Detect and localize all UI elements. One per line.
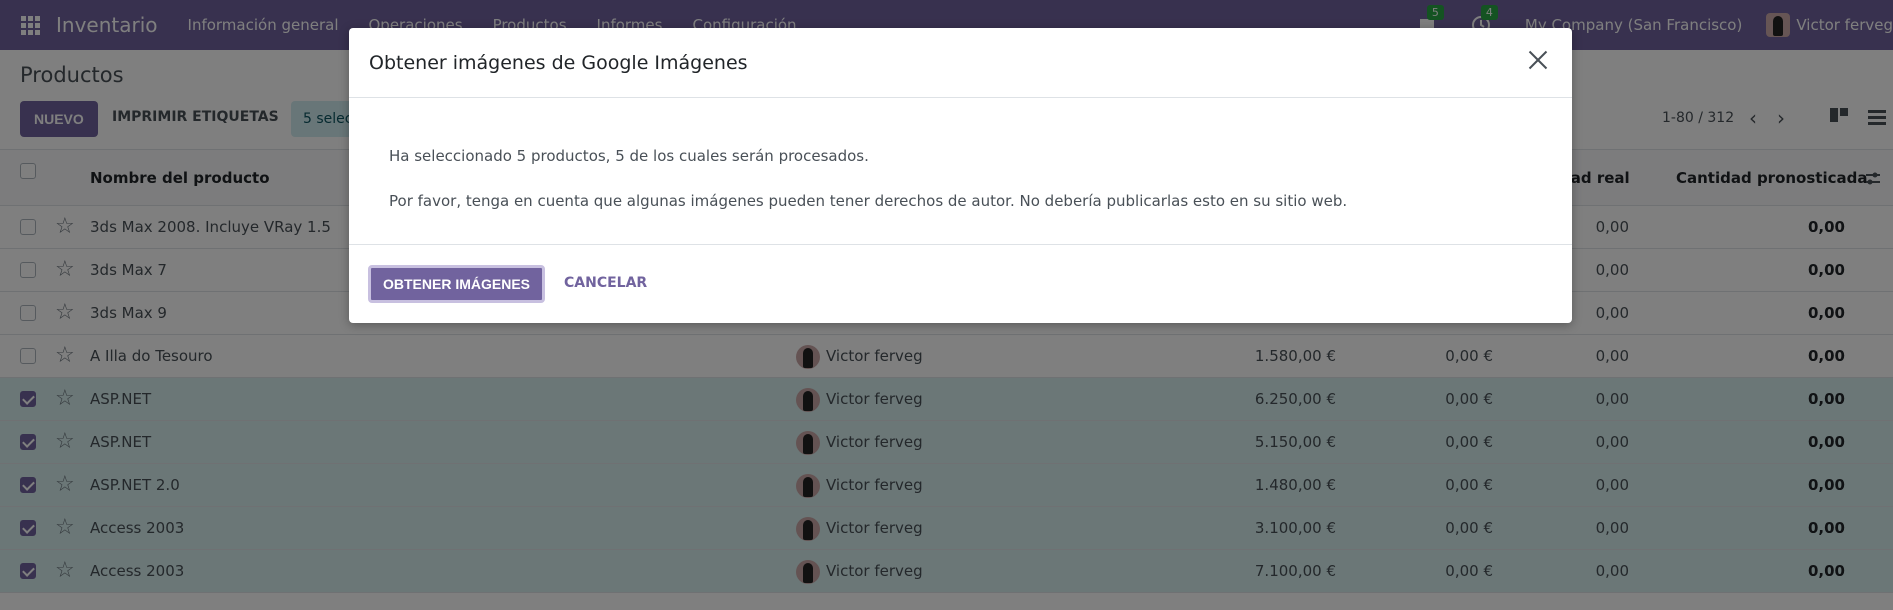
get-images-button[interactable]: OBTENER IMÁGENES [368,265,546,303]
cancel-button[interactable]: CANCELAR [564,275,647,291]
dialog-body: Ha seleccionado 5 productos, 5 de los cu… [389,134,1347,224]
dialog-footer: OBTENER IMÁGENES CANCELAR [349,244,1572,323]
selection-info-text: Ha seleccionado 5 productos, 5 de los cu… [389,147,869,165]
copyright-warning-text: Por favor, tenga en cuenta que algunas i… [389,192,1348,210]
google-images-dialog: Obtener imágenes de Google Imágenes Ha s… [349,28,1572,323]
close-icon[interactable] [1528,50,1548,70]
dialog-title: Obtener imágenes de Google Imágenes [369,52,748,74]
dialog-header: Obtener imágenes de Google Imágenes [349,28,1572,98]
